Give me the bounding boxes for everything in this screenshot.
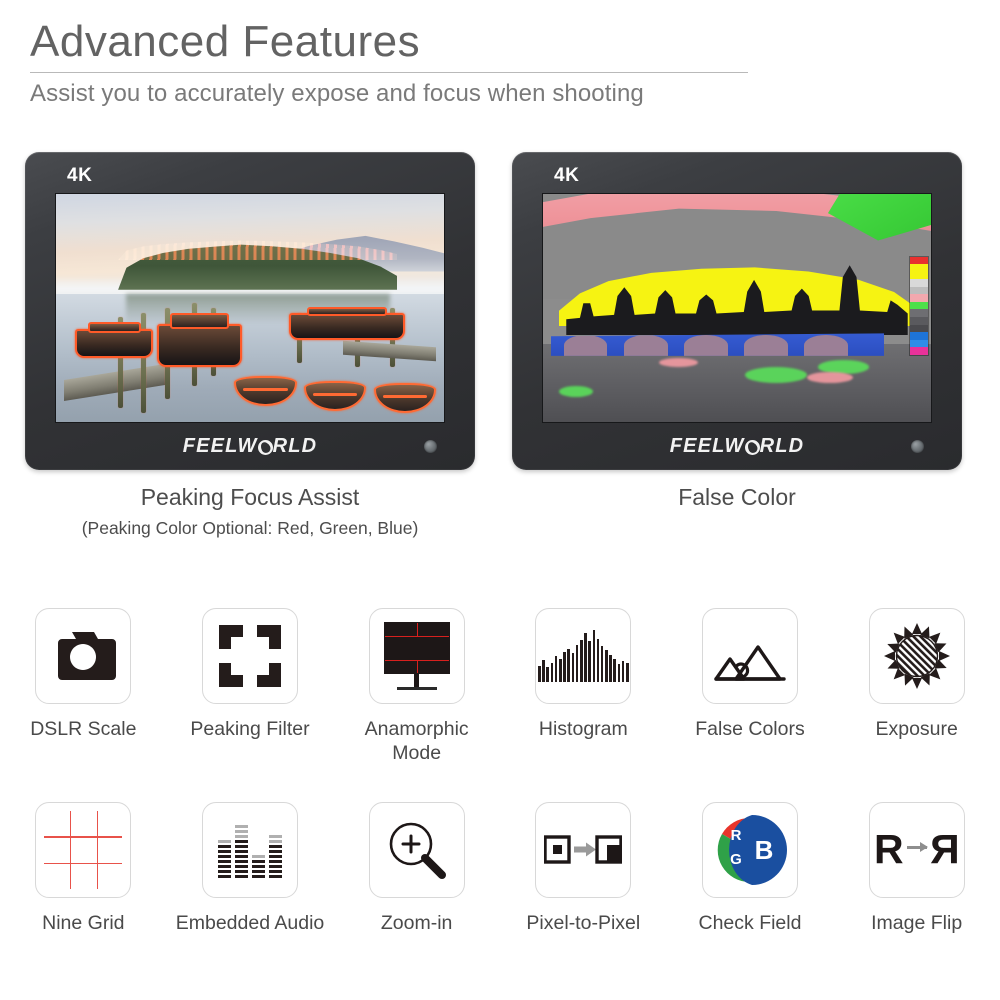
feature-exposure[interactable]: Exposure <box>833 608 1000 766</box>
monitor-bezel: 4K FEELW RLD <box>25 152 475 470</box>
magnifier-plus-icon <box>389 822 446 879</box>
feature-dslr-scale[interactable]: DSLR Scale <box>0 608 167 766</box>
title-divider <box>30 72 748 74</box>
equalizer-icon <box>217 822 282 878</box>
feature-label: Exposure <box>875 718 958 740</box>
feature-tile[interactable] <box>35 801 132 898</box>
feature-label: Zoom-in <box>380 911 453 934</box>
scene-lake-boats <box>56 194 444 422</box>
feature-tile[interactable] <box>535 608 632 704</box>
feature-peaking-filter[interactable]: Peaking Filter <box>167 608 334 766</box>
feature-grid: DSLR Scale Peaking Filter Anamorphic Mod… <box>0 608 1000 935</box>
feature-pixel-to-pixel[interactable]: Pixel-to-Pixel <box>500 801 667 936</box>
mountains-icon <box>714 645 786 681</box>
feature-label: Check Field <box>698 911 802 934</box>
brand-swirl-icon <box>744 439 760 455</box>
product-feature-page: Advanced Features Assist you to accurate… <box>0 0 1000 1000</box>
monitor-screen <box>56 194 444 422</box>
page-title: Advanced Features <box>30 17 421 66</box>
feature-label: Histogram <box>538 718 628 740</box>
monitor-brandbar: FEELW RLD <box>25 422 475 470</box>
pixel-arrow-icon <box>544 834 623 864</box>
feature-histogram[interactable]: Histogram <box>500 608 667 766</box>
feature-label: Image Flip <box>871 911 963 934</box>
feature-tile[interactable] <box>368 801 465 898</box>
monitor-screen <box>543 194 931 422</box>
page-header: Advanced Features Assist you to accurate… <box>30 17 750 108</box>
feature-label: Peaking Filter <box>190 718 310 740</box>
power-led-indicator <box>424 440 437 453</box>
feature-embedded-audio[interactable]: Embedded Audio <box>167 801 334 936</box>
monitor-bezel: 4K FEELW RLD <box>512 152 962 470</box>
brand-logo: FEELW RLD <box>183 435 318 458</box>
false-color-scale <box>909 255 929 356</box>
badge-4k: 4K <box>554 165 580 186</box>
feature-check-field[interactable]: R G B Check Field <box>667 801 834 936</box>
feature-tile[interactable] <box>35 608 132 704</box>
badge-4k: 4K <box>67 165 93 186</box>
monitor-subcaption: (Peaking Color Optional: Red, Green, Blu… <box>81 518 419 538</box>
flip-source-letter: R <box>874 826 904 873</box>
camera-icon <box>58 632 117 680</box>
feature-nine-grid[interactable]: Nine Grid <box>0 801 167 936</box>
flip-mirrored-letter: R <box>929 826 960 873</box>
monitor-caption: Peaking Focus Assist <box>140 484 360 510</box>
histogram-icon <box>536 630 631 682</box>
feature-anamorphic-mode[interactable]: Anamorphic Mode <box>333 608 500 766</box>
feature-label: Nine Grid <box>42 911 125 934</box>
rgb-letter-g: G <box>730 851 742 868</box>
grid-icon <box>44 810 123 889</box>
feature-zoom-in[interactable]: Zoom-in <box>333 801 500 936</box>
brand-prefix: FEELW <box>182 434 258 457</box>
brand-swirl-icon <box>257 439 273 455</box>
feature-tile[interactable] <box>535 801 632 898</box>
brand-logo: FEELW RLD <box>670 435 805 458</box>
rgb-pie-icon: R G B <box>717 814 787 885</box>
brand-suffix: RLD <box>272 434 318 457</box>
feature-tile[interactable] <box>201 608 298 704</box>
feature-label: False Colors <box>695 718 805 740</box>
feature-tile[interactable] <box>701 608 798 704</box>
brand-suffix: RLD <box>759 434 805 457</box>
feature-label: Pixel-to-Pixel <box>526 911 641 934</box>
focus-brackets-icon <box>218 625 281 687</box>
feature-label: Anamorphic Mode <box>364 718 469 764</box>
monitor-peaking-focus: 4K FEELW RLD Peaking Focus Assist (Peaki… <box>25 152 475 539</box>
monitor-showcase: 4K FEELW RLD Peaking Focus Assist (Peaki… <box>0 152 1000 538</box>
monitor-brandbar: FEELW RLD <box>512 422 962 470</box>
feature-label: Embedded Audio <box>175 911 325 934</box>
monitor-guides-icon <box>383 622 450 690</box>
mirror-r-icon: RR <box>874 826 960 873</box>
rgb-letter-b: B <box>755 835 774 865</box>
page-subtitle: Assist you to accurately expose and focu… <box>30 80 644 108</box>
feature-false-colors[interactable]: False Colors <box>667 608 834 766</box>
feature-label: DSLR Scale <box>30 718 137 740</box>
feature-tile[interactable] <box>868 608 965 704</box>
power-led-indicator <box>911 440 924 453</box>
rgb-letter-r: R <box>731 827 742 844</box>
brand-prefix: FEELW <box>669 434 745 457</box>
feature-tile[interactable] <box>368 608 465 704</box>
arrow-right-icon <box>906 842 928 853</box>
monitor-false-color: 4K FEELW RLD False Color <box>512 152 962 518</box>
monitor-caption: False Color <box>678 484 796 510</box>
feature-tile[interactable]: R G B <box>701 801 798 898</box>
feature-image-flip[interactable]: RR Image Flip <box>833 801 1000 936</box>
feature-tile[interactable]: RR <box>868 801 965 898</box>
scene-westminster-false-color <box>543 194 931 422</box>
sun-icon <box>883 623 950 689</box>
feature-tile[interactable] <box>201 801 298 898</box>
